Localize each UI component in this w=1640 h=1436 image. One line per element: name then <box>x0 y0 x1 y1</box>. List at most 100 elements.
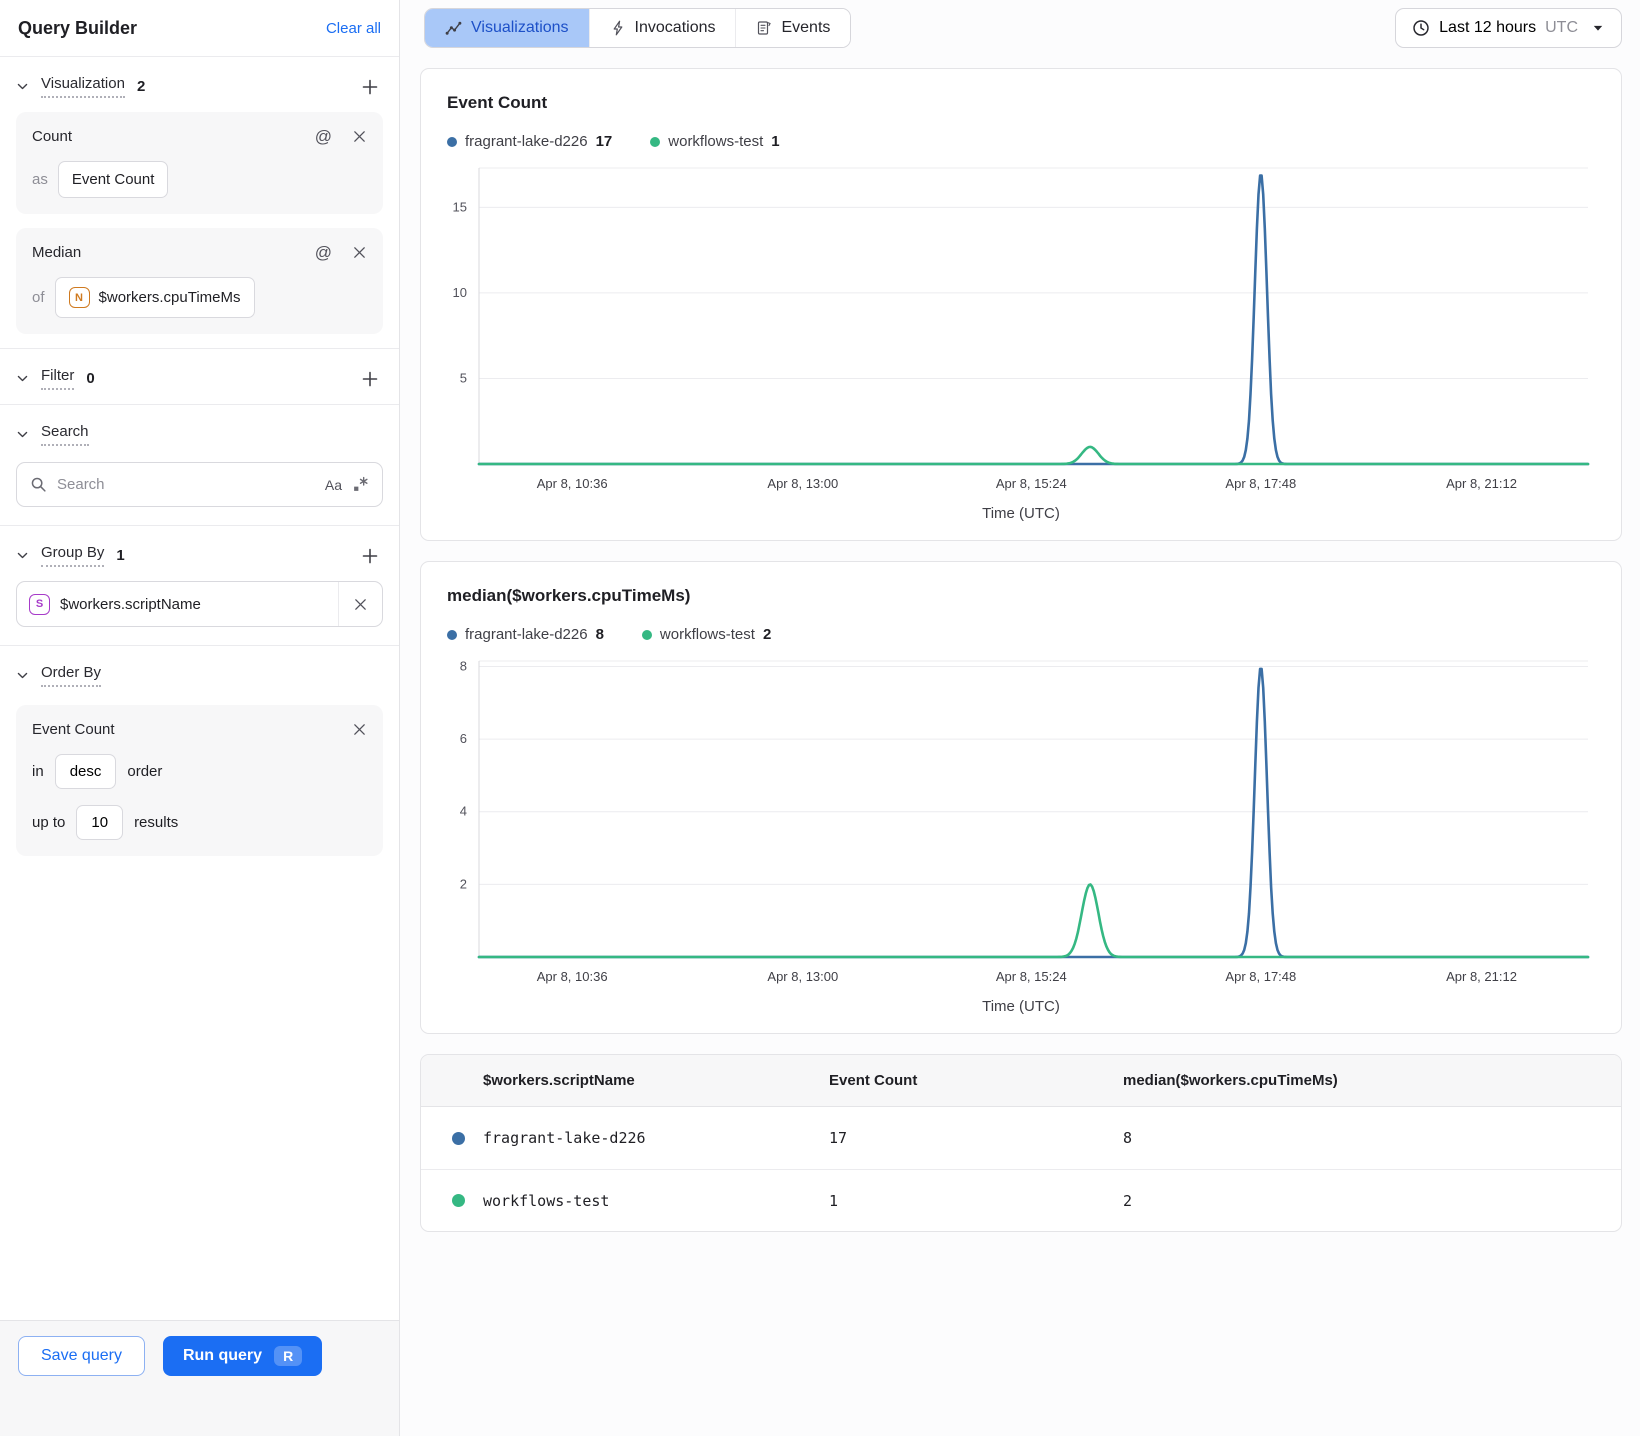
close-icon[interactable] <box>352 722 367 737</box>
query-builder-sidebar: Query Builder Clear all Visualization 2 … <box>0 0 400 1436</box>
x-axis-title: Time (UTC) <box>982 505 1060 522</box>
tab-events[interactable]: Events <box>735 9 851 47</box>
series-line-fragrant-lake-d226 <box>477 174 1590 466</box>
filter-section-header: Filter 0 <box>0 349 399 404</box>
result-limit-input[interactable]: 10 <box>76 805 124 840</box>
chart-title: median($workers.cpuTimeMs) <box>447 586 691 605</box>
tab-visualizations[interactable]: Visualizations <box>425 9 589 47</box>
chevron-down-icon[interactable] <box>14 426 31 443</box>
group-by-section-header: Group By 1 <box>0 526 399 581</box>
order-by-section-header: Order By <box>0 646 399 701</box>
string-type-icon: S <box>29 593 50 615</box>
svg-text:Apr 8, 21:12: Apr 8, 21:12 <box>1446 969 1517 984</box>
visualization-section-label: Visualization <box>41 75 125 98</box>
at-icon[interactable]: @ <box>315 128 332 145</box>
up-to-label: up to <box>32 814 66 831</box>
chart-legend: fragrant-lake-d226 17 workflows-test 1 <box>421 113 1621 156</box>
chevron-down-icon[interactable] <box>14 667 31 684</box>
order-by-field-label: Event Count <box>32 721 115 738</box>
visualization-count: 2 <box>136 78 146 95</box>
sort-direction-select[interactable]: desc <box>54 754 117 789</box>
count-visualization-card: Count @ as Event Count <box>16 112 383 214</box>
as-label: as <box>32 171 48 188</box>
svg-text:4: 4 <box>460 804 467 819</box>
column-header-event-count: Event Count <box>829 1072 918 1089</box>
median-visualization-card: Median @ of N $workers.cpuTimeMs <box>16 228 383 334</box>
legend-item[interactable]: fragrant-lake-d226 8 <box>447 626 604 643</box>
svg-text:Apr 8, 10:36: Apr 8, 10:36 <box>537 969 608 984</box>
script-name-cell: workflows-test <box>483 1191 610 1210</box>
chevron-down-icon[interactable] <box>14 370 31 387</box>
chart-canvas: 2 4 6 8 Apr 8, 10:36 Apr 8, 13:00 Apr 8, 15:24… <box>460 658 1590 984</box>
event-count-chart: 5 10 15 Apr 8, 10:36 Apr 8, 13:00 Apr 8, 15:2… <box>421 156 1621 501</box>
save-query-button[interactable]: Save query <box>18 1336 145 1376</box>
remove-group-by-button[interactable] <box>338 582 382 626</box>
run-query-button[interactable]: Run query R <box>162 1336 323 1376</box>
filter-section-label: Filter <box>41 367 75 390</box>
number-type-icon: N <box>68 287 90 308</box>
group-by-count: 1 <box>116 547 125 564</box>
add-visualization-button[interactable] <box>359 76 381 98</box>
lightning-icon <box>610 20 626 36</box>
alias-field[interactable]: Event Count <box>57 161 169 198</box>
svg-text:15: 15 <box>453 199 467 214</box>
in-label: in <box>32 763 44 780</box>
median-cputime-chart: 2 4 6 8 Apr 8, 10:36 Apr 8, 13:00 Apr 8, 15:24… <box>421 649 1621 994</box>
chart-canvas: 5 10 15 Apr 8, 10:36 Apr 8, 13:00 Apr 8, 15:2… <box>453 167 1590 491</box>
results-label: results <box>134 814 179 831</box>
chart-legend: fragrant-lake-d226 8 workflows-test 2 <box>421 606 1621 649</box>
add-group-by-button[interactable] <box>359 545 381 567</box>
search-section-label: Search <box>41 423 89 446</box>
order-label: order <box>127 763 163 780</box>
visualization-section-header: Visualization 2 <box>0 57 399 112</box>
close-icon[interactable] <box>352 129 367 144</box>
svg-text:Apr 8, 21:12: Apr 8, 21:12 <box>1446 476 1517 491</box>
clear-all-button[interactable]: Clear all <box>326 20 381 37</box>
count-card-title: Count <box>32 128 73 145</box>
search-input[interactable] <box>57 476 315 493</box>
chevron-down-icon[interactable] <box>14 78 31 95</box>
legend-dot-icon <box>641 629 652 640</box>
median-cell: 2 <box>1123 1191 1133 1210</box>
event-log-icon <box>756 20 772 36</box>
search-box: Aa <box>16 462 383 507</box>
sidebar-header: Query Builder Clear all <box>0 0 399 56</box>
svg-text:Apr 8, 15:24: Apr 8, 15:24 <box>996 476 1067 491</box>
view-tabs: Visualizations Invocations Events <box>424 8 852 48</box>
line-chart-icon <box>445 20 462 37</box>
svg-text:Apr 8, 13:00: Apr 8, 13:00 <box>767 969 838 984</box>
chart-title: Event Count <box>447 93 548 112</box>
page-title: Query Builder <box>18 17 138 38</box>
sidebar-footer: Save query Run query R <box>0 1320 399 1436</box>
event-count-cell: 17 <box>829 1129 848 1147</box>
time-range-select[interactable]: Last 12 hours UTC <box>1395 8 1622 48</box>
add-filter-button[interactable] <box>359 368 381 390</box>
x-axis-title: Time (UTC) <box>982 998 1060 1015</box>
legend-item[interactable]: workflows-test 2 <box>641 626 771 643</box>
match-case-icon[interactable]: Aa <box>325 477 342 493</box>
svg-text:Apr 8, 10:36: Apr 8, 10:36 <box>537 476 608 491</box>
results-table: $workers.scriptName Event Count median($… <box>420 1054 1622 1232</box>
median-field-selector[interactable]: N $workers.cpuTimeMs <box>54 277 255 318</box>
svg-text:Apr 8, 15:24: Apr 8, 15:24 <box>996 969 1067 984</box>
series-color-dot <box>452 1131 465 1145</box>
caret-down-icon <box>1591 21 1605 35</box>
tab-invocations[interactable]: Invocations <box>588 9 736 47</box>
svg-text:5: 5 <box>460 370 467 385</box>
legend-item[interactable]: workflows-test 1 <box>650 133 780 150</box>
legend-item[interactable]: fragrant-lake-d226 17 <box>447 133 612 150</box>
svg-text:Apr 8, 17:48: Apr 8, 17:48 <box>1225 476 1296 491</box>
legend-dot-icon <box>447 629 457 640</box>
event-count-cell: 1 <box>829 1191 839 1210</box>
chevron-down-icon[interactable] <box>14 547 31 564</box>
legend-dot-icon <box>650 136 661 147</box>
event-count-chart-card: Event Count fragrant-lake-d226 17 workflow… <box>420 68 1622 541</box>
median-cputime-chart-card: median($workers.cpuTimeMs) fragrant-lake… <box>420 561 1622 1034</box>
at-icon[interactable]: @ <box>315 244 332 261</box>
svg-text:10: 10 <box>453 285 467 300</box>
svg-text:Apr 8, 13:00: Apr 8, 13:00 <box>767 476 838 491</box>
regex-icon[interactable] <box>352 476 369 493</box>
group-by-field[interactable]: S $workers.scriptName <box>16 581 383 627</box>
close-icon[interactable] <box>352 245 367 260</box>
column-header-script-name: $workers.scriptName <box>483 1072 635 1089</box>
